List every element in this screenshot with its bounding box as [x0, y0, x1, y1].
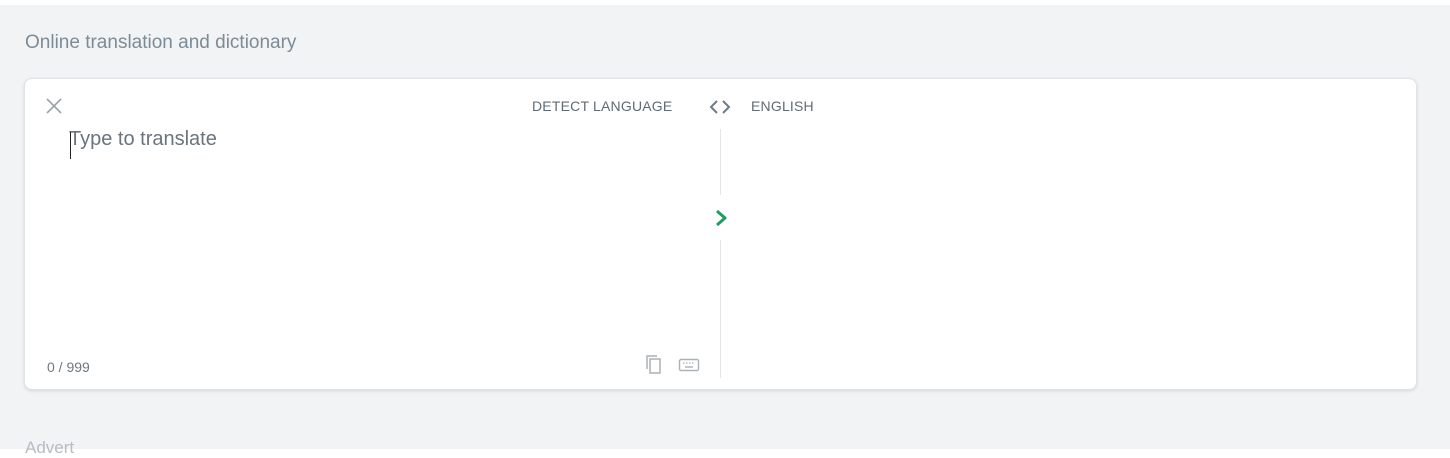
- keyboard-icon: [678, 358, 700, 372]
- copy-button[interactable]: [644, 354, 664, 376]
- clear-button[interactable]: [43, 95, 65, 117]
- panel-divider: [720, 240, 721, 378]
- source-text-input[interactable]: [69, 126, 689, 326]
- page-title: Online translation and dictionary: [25, 32, 297, 53]
- chevron-right-icon: [716, 209, 727, 227]
- translator-card: DETECT LANGUAGE ENGLISH 0 / 999: [24, 78, 1417, 390]
- advert-label: Advert: [25, 438, 75, 457]
- page-background: Online translation and dictionary DETECT…: [0, 5, 1450, 457]
- keyboard-button[interactable]: [678, 357, 700, 373]
- swap-languages-icon: [709, 100, 731, 114]
- target-language-selector[interactable]: ENGLISH: [751, 98, 814, 114]
- source-language-selector[interactable]: DETECT LANGUAGE: [532, 98, 672, 114]
- panel-divider: [720, 129, 721, 195]
- translate-button[interactable]: [711, 206, 731, 230]
- text-cursor: [70, 132, 71, 159]
- copy-icon: [646, 355, 661, 374]
- close-icon: [46, 98, 62, 114]
- swap-languages-button[interactable]: [708, 97, 732, 117]
- character-counter: 0 / 999: [47, 359, 90, 375]
